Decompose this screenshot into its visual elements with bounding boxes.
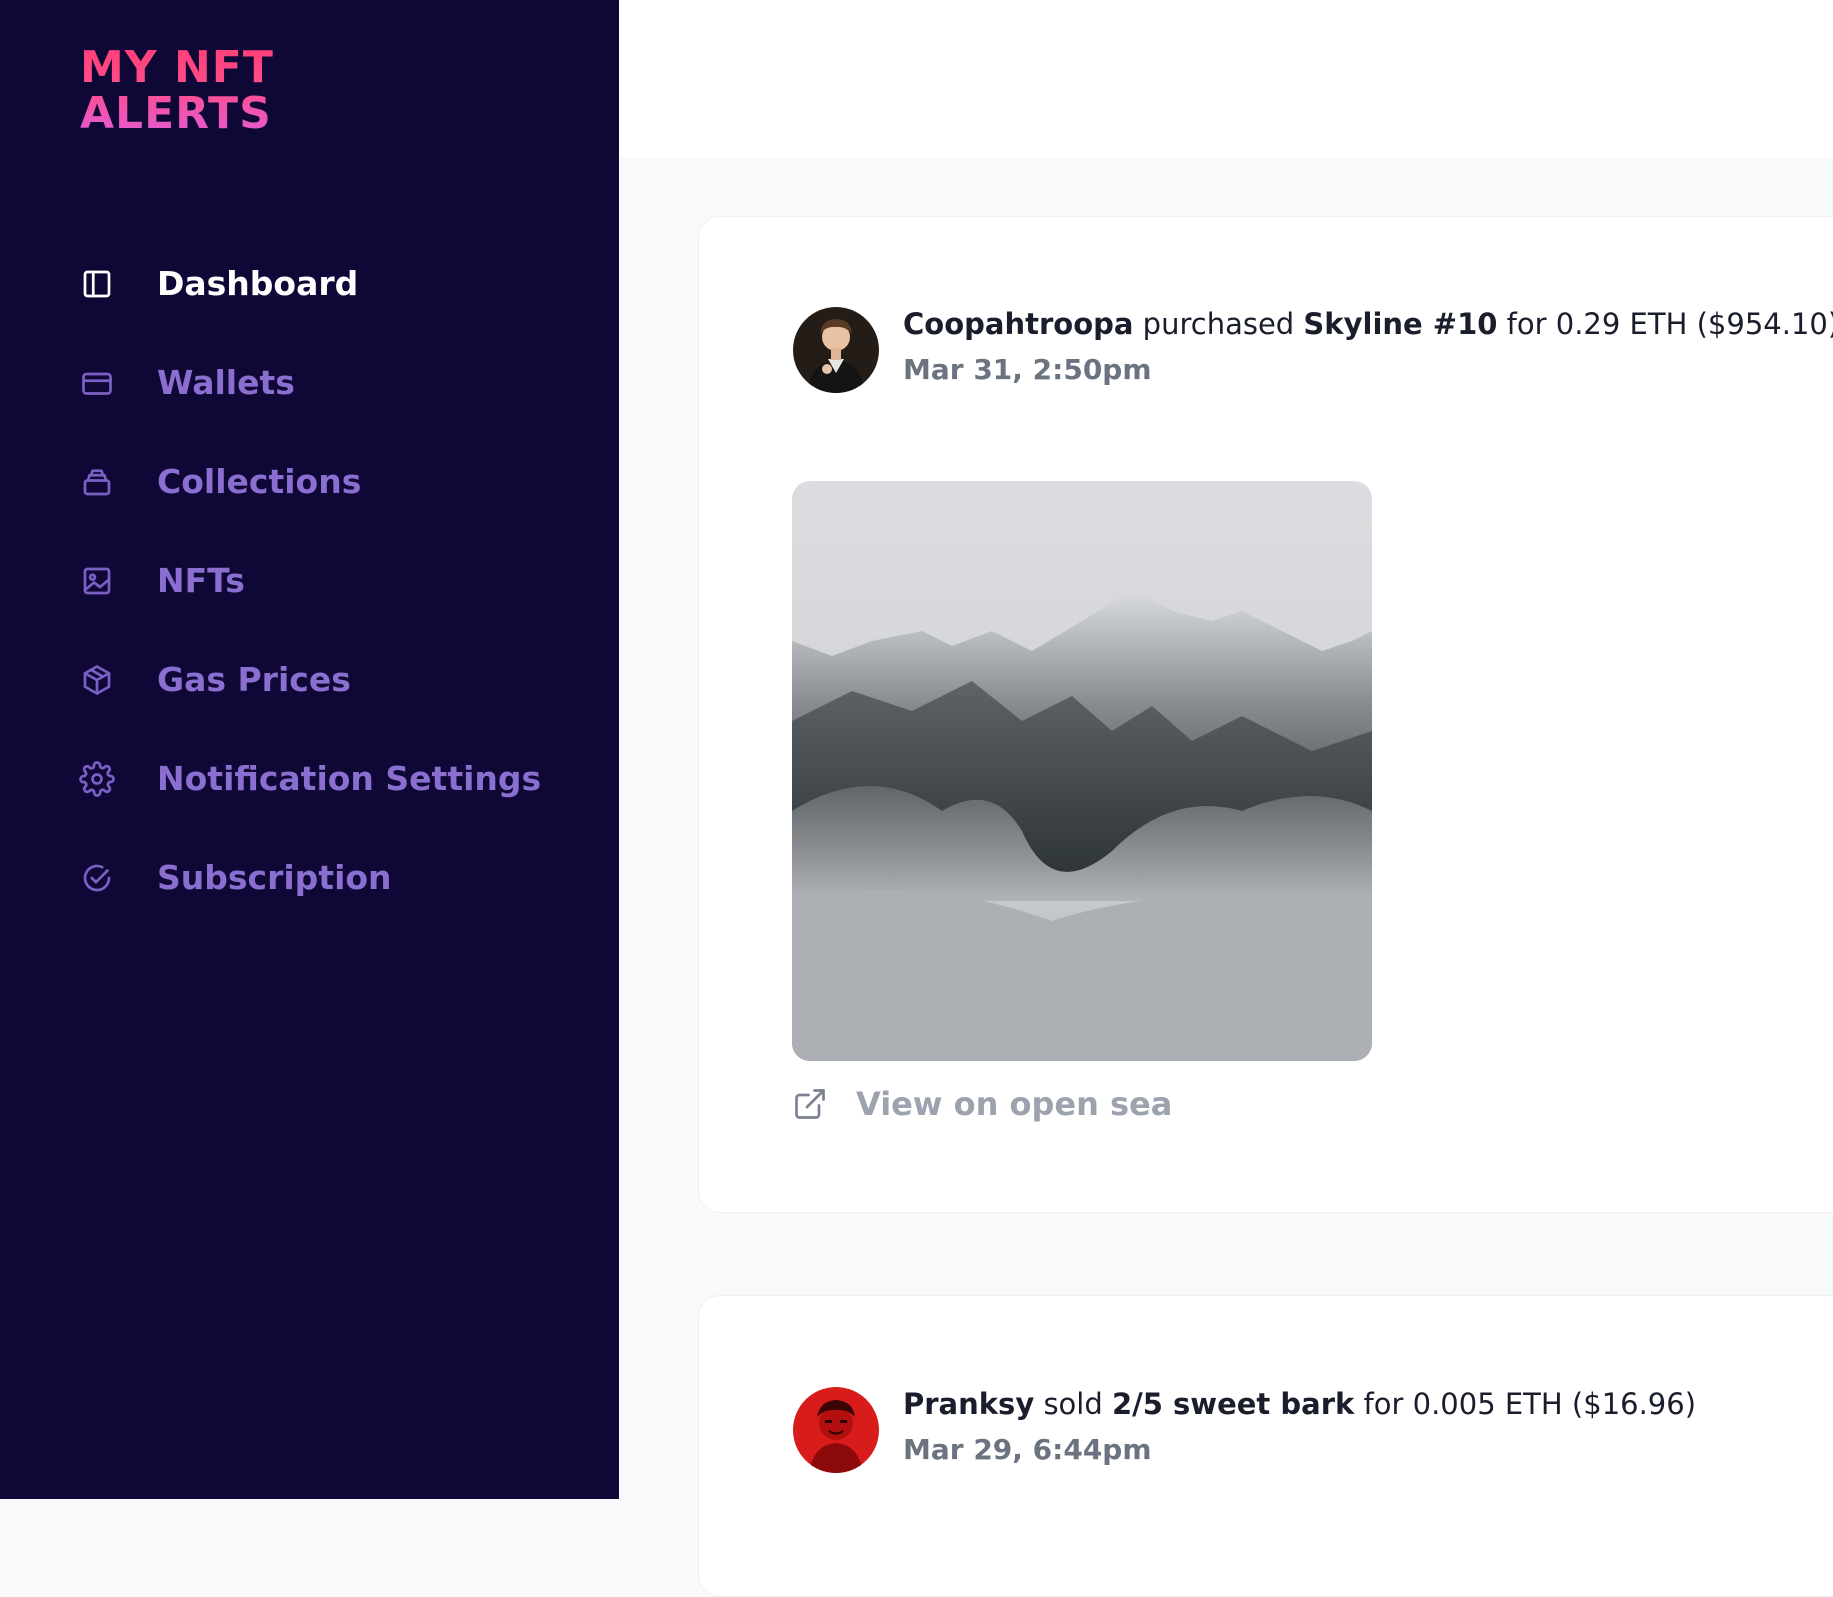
activity-card: Coopahtroopa purchased Skyline #10 for 0… (698, 216, 1833, 1213)
view-on-opensea-link[interactable]: View on open sea (792, 1085, 1172, 1123)
nft-image[interactable] (792, 481, 1372, 1061)
user-avatar[interactable] (793, 307, 879, 393)
activity-timestamp: Mar 29, 6:44pm (903, 1433, 1152, 1466)
activity-price: for 0.005 ETH ($16.96) (1363, 1387, 1697, 1421)
sidebar-item-label: NFTs (157, 561, 245, 600)
check-circle-icon (79, 860, 115, 896)
image-icon (79, 563, 115, 599)
sidebar-item-collections[interactable]: Collections (0, 432, 619, 531)
activity-timestamp: Mar 31, 2:50pm (903, 353, 1152, 386)
sidebar-item-dashboard[interactable]: Dashboard (0, 234, 619, 333)
user-avatar[interactable] (793, 1387, 879, 1473)
sidebar-item-label: Wallets (157, 363, 295, 402)
brand-line-2: ALERTS (80, 88, 272, 139)
sidebar-item-notification-settings[interactable]: Notification Settings (0, 729, 619, 828)
sidebar-item-label: Gas Prices (157, 660, 351, 699)
sidebar-item-label: Subscription (157, 858, 392, 897)
cube-icon (79, 662, 115, 698)
activity-price: for 0.29 ETH ($954.10) (1506, 307, 1833, 341)
view-on-opensea-label: View on open sea (856, 1085, 1173, 1123)
external-link-icon (795, 1089, 825, 1119)
activity-user-link[interactable]: Coopahtroopa (903, 307, 1133, 341)
top-bar (619, 0, 1833, 158)
sidebar-item-nfts[interactable]: NFTs (0, 531, 619, 630)
activity-item-link[interactable]: Skyline #10 (1303, 307, 1497, 341)
brand-logo[interactable]: MY NFT ALERTS (80, 45, 274, 137)
sidebar: MY NFT ALERTS Dashboard Wallets Collecti… (0, 0, 619, 1499)
activity-headline: Coopahtroopa purchased Skyline #10 for 0… (903, 307, 1833, 341)
dashboard-icon (79, 266, 115, 302)
activity-card: Pranksy sold 2/5 sweet bark for 0.005 ET… (698, 1295, 1833, 1597)
activity-headline: Pranksy sold 2/5 sweet bark for 0.005 ET… (903, 1387, 1696, 1421)
collections-icon (79, 464, 115, 500)
sidebar-item-label: Dashboard (157, 264, 359, 303)
sidebar-item-wallets[interactable]: Wallets (0, 333, 619, 432)
activity-action: sold (1043, 1387, 1103, 1421)
sidebar-item-label: Notification Settings (157, 759, 542, 798)
sidebar-item-label: Collections (157, 462, 362, 501)
brand-line-1: MY NFT (80, 42, 274, 93)
sidebar-item-gas-prices[interactable]: Gas Prices (0, 630, 619, 729)
sidebar-nav: Dashboard Wallets Collections NFTs Gas P… (0, 234, 619, 927)
gear-icon (79, 760, 115, 797)
activity-item-link[interactable]: 2/5 sweet bark (1112, 1387, 1354, 1421)
wallet-icon (79, 365, 115, 401)
activity-action: purchased (1142, 307, 1295, 341)
activity-user-link[interactable]: Pranksy (903, 1387, 1034, 1421)
sidebar-item-subscription[interactable]: Subscription (0, 828, 619, 927)
